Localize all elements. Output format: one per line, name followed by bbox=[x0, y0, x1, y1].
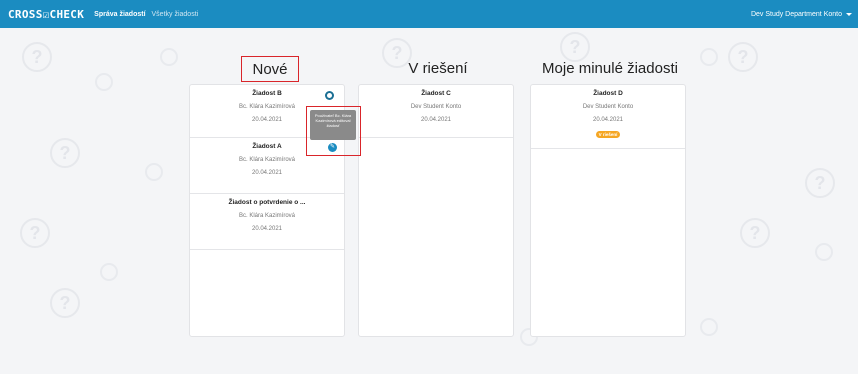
column-title-in-progress: V riešení bbox=[408, 60, 468, 77]
app-logo[interactable]: CROSS☑CHECK bbox=[8, 8, 84, 21]
circle-icon bbox=[145, 163, 163, 181]
card-date: 20.04.2021 bbox=[251, 226, 283, 232]
question-icon: ? bbox=[50, 138, 80, 168]
card-date: 20.04.2021 bbox=[251, 170, 283, 176]
question-icon: ? bbox=[20, 218, 50, 248]
request-card[interactable]: Žiadost D Dev Student Konto 20.04.2021 V… bbox=[531, 85, 685, 149]
tooltip-highlight: Používateľ Bc. Klára Kazimírová editoval… bbox=[306, 106, 361, 156]
card-date: 20.04.2021 bbox=[420, 117, 452, 123]
top-navbar: CROSS☑CHECK Správa žiadostí Všetky žiado… bbox=[0, 0, 858, 28]
card-author: Dev Student Konto bbox=[410, 104, 462, 110]
status-badge: V riešení bbox=[595, 131, 621, 138]
request-card[interactable]: Žiadost C Dev Student Konto 20.04.2021 bbox=[359, 85, 513, 138]
caret-down-icon bbox=[846, 12, 852, 16]
card-title: Žiadost B bbox=[252, 90, 282, 97]
column-past-requests: Žiadost D Dev Student Konto 20.04.2021 V… bbox=[530, 84, 686, 337]
circle-icon bbox=[700, 318, 718, 336]
nav-link-request-management[interactable]: Správa žiadostí bbox=[94, 11, 145, 18]
activity-tooltip: Používateľ Bc. Klára Kazimírová editoval… bbox=[310, 110, 356, 140]
card-title: Žiadost o potvrdenie o ... bbox=[228, 199, 306, 206]
circle-icon bbox=[160, 48, 178, 66]
request-card[interactable]: Žiadost o potvrdenie o ... Bc. Klára Kaz… bbox=[190, 194, 344, 250]
card-title: Žiadost D bbox=[593, 90, 623, 97]
card-author: Bc. Klára Kazimírová bbox=[238, 157, 296, 163]
card-author: Dev Student Konto bbox=[582, 104, 634, 110]
circle-icon bbox=[95, 73, 113, 91]
chat-icon[interactable] bbox=[325, 91, 334, 100]
nav-link-all-requests[interactable]: Všetky žiadosti bbox=[152, 11, 199, 18]
question-icon: ? bbox=[728, 42, 758, 72]
column-in-progress: Žiadost C Dev Student Konto 20.04.2021 bbox=[358, 84, 514, 337]
edit-icon[interactable]: ✎ bbox=[328, 143, 337, 152]
card-date: 20.04.2021 bbox=[592, 117, 624, 123]
user-name: Dev Study Department Konto bbox=[750, 10, 842, 18]
user-menu-dropdown[interactable]: Dev Study Department Konto bbox=[751, 0, 852, 28]
column-title-new: Nové bbox=[241, 56, 299, 82]
circle-icon bbox=[815, 243, 833, 261]
question-icon: ? bbox=[50, 288, 80, 318]
column-title-past-requests: Moje minulé žiadosti bbox=[542, 60, 678, 77]
question-icon: ? bbox=[805, 168, 835, 198]
card-author: Bc. Klára Kazimírová bbox=[238, 213, 296, 219]
question-icon: ? bbox=[22, 42, 52, 72]
circle-icon bbox=[700, 48, 718, 66]
circle-icon bbox=[100, 263, 118, 281]
card-title: Žiadost C bbox=[421, 90, 451, 97]
question-icon: ? bbox=[740, 218, 770, 248]
